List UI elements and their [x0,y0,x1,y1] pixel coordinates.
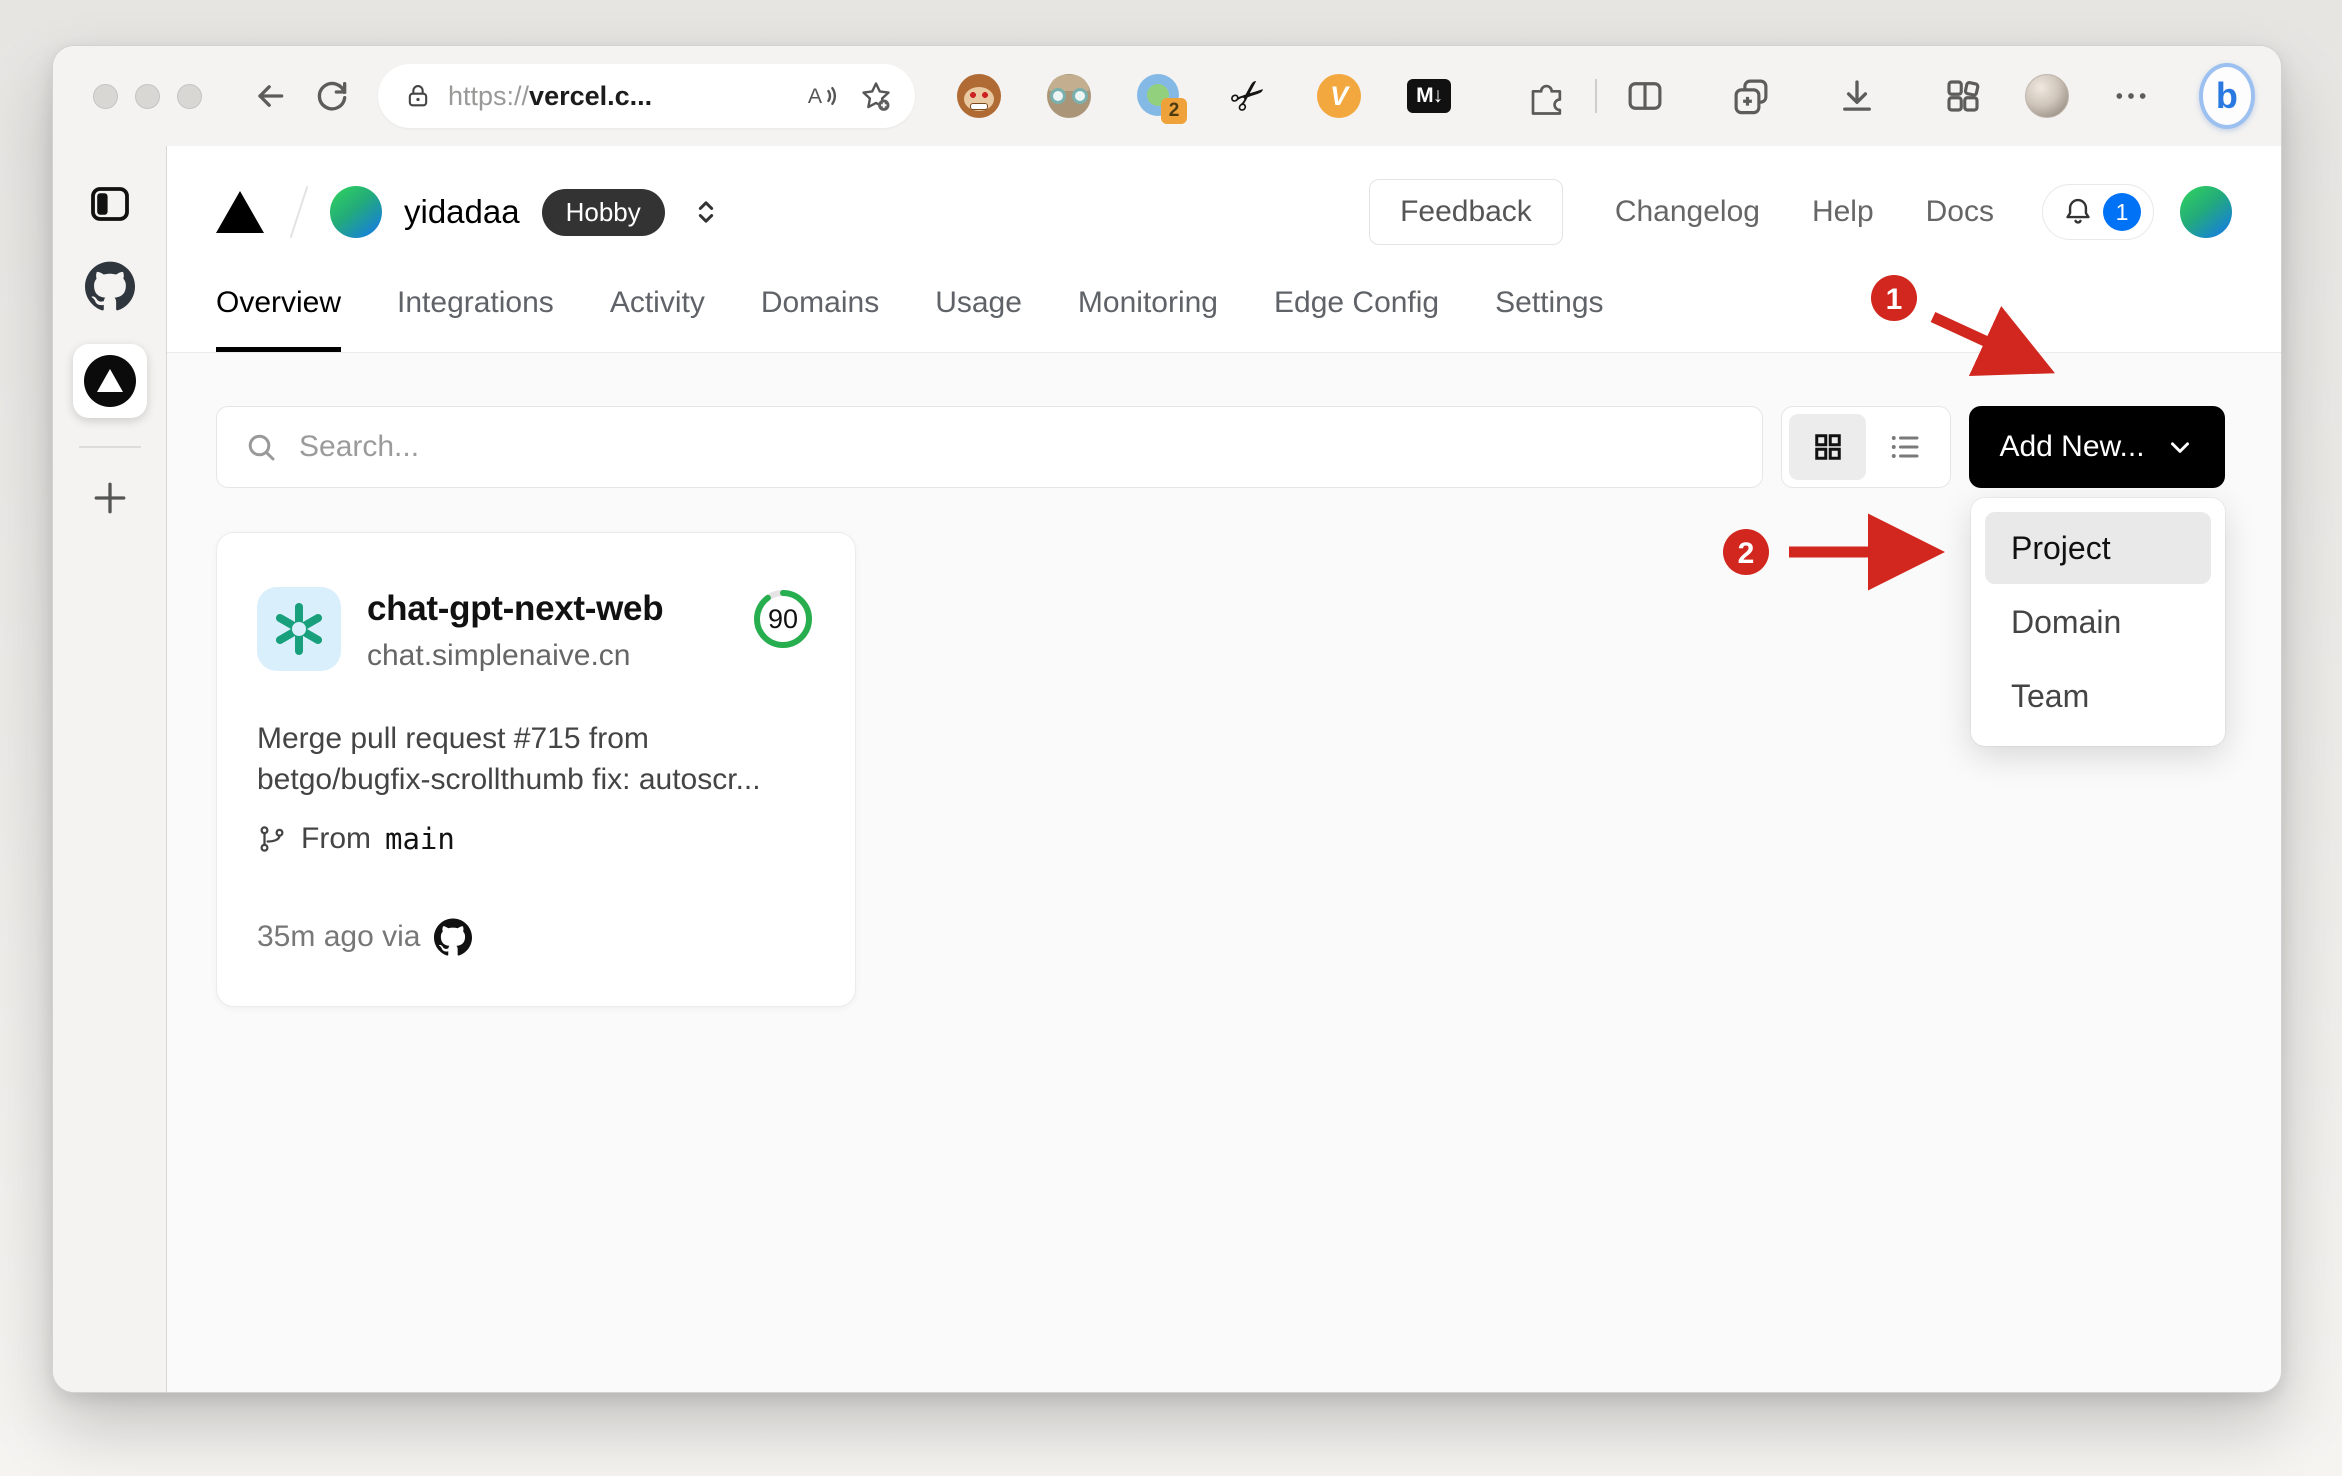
list-view-button[interactable] [1866,414,1943,480]
notification-count-badge: 1 [2103,193,2141,231]
github-icon [434,918,473,956]
sidebar-panel-icon[interactable] [86,180,134,233]
tab-overview[interactable]: Overview [216,286,342,352]
tab-domains[interactable]: Domains [761,286,879,352]
vercel-logo[interactable] [216,191,264,233]
tab-settings[interactable]: Settings [1495,286,1603,352]
scissors-extension-icon[interactable]: ✂ [1220,66,1277,125]
bell-icon [2066,198,2090,224]
apps-grid-icon[interactable] [1941,74,1985,118]
toolbar-divider [1595,79,1597,113]
project-name[interactable]: chat-gpt-next-web [367,589,664,629]
git-branch-icon [260,826,284,852]
more-menu-icon[interactable] [2109,74,2153,118]
tab-integrations[interactable]: Integrations [397,286,554,352]
tab-monitoring[interactable]: Monitoring [1078,286,1218,352]
vercel-header: yidadaa Hobby Feedback Changelog Help Do… [167,146,2281,353]
tab-usage[interactable]: Usage [935,286,1022,352]
docs-link[interactable]: Docs [1926,195,1994,229]
tab-edge-config[interactable]: Edge Config [1274,286,1439,352]
bing-copilot-icon[interactable]: b [2198,63,2255,129]
add-new-label: Add New... [1999,430,2145,463]
traffic-lights [93,83,202,109]
team-name[interactable]: yidadaa [404,193,520,231]
markdown-extension-icon[interactable]: M↓ [1407,74,1452,118]
project-search[interactable] [216,406,1763,488]
split-screen-icon[interactable] [1623,74,1667,118]
project-favicon [257,587,341,671]
downloads-icon[interactable] [1835,74,1879,118]
edge-sidebar [53,146,167,1392]
score-value: 90 [767,603,799,634]
tab-activity[interactable]: Activity [610,286,705,352]
vercel-page: yidadaa Hobby Feedback Changelog Help Do… [167,146,2281,1392]
sidebar-add-icon[interactable] [88,476,132,525]
team-switcher-icon[interactable] [689,195,723,229]
browser-window: https://vercel.c... A 2 ✂ V M↓ b yidadaa… [52,45,2282,1393]
url-text: https://vercel.c... [448,80,653,111]
dropdown-item-project[interactable]: Project [1985,512,2211,584]
reload-icon[interactable] [312,74,352,118]
feedback-button[interactable]: Feedback [1369,179,1563,245]
chevron-down-icon [2170,442,2189,453]
search-input[interactable] [299,430,1736,464]
plan-badge: Hobby [541,188,665,236]
read-aloud-icon[interactable]: A [805,79,839,113]
monkey-extension-icon[interactable] [957,74,1002,118]
vercel-nav-tabs: Overview Integrations Activity Domains U… [216,240,2232,352]
zoom-window-button[interactable] [177,83,202,109]
notifications-button[interactable]: 1 [2042,184,2154,240]
lock-icon [408,85,428,107]
dropdown-item-domain[interactable]: Domain [1985,586,2211,658]
close-window-button[interactable] [93,83,118,109]
deploy-time: 35m ago via [257,920,421,953]
breadcrumb-slash [289,186,309,238]
toolbar-right-icons [1623,74,2153,118]
browser-profile-avatar[interactable] [2024,74,2069,118]
tab-count-badge: 2 [1161,98,1188,124]
list-view-icon [1891,436,1918,458]
sloth-extension-icon[interactable] [1047,74,1092,118]
user-avatar[interactable] [2180,186,2232,238]
address-bar[interactable]: https://vercel.c... A [378,64,916,128]
search-icon [248,434,275,461]
v-extension-icon[interactable]: V [1317,74,1362,118]
add-favorite-icon[interactable] [859,79,893,113]
add-new-button[interactable]: Add New... [1969,406,2225,488]
grid-view-icon [1814,434,1841,460]
latest-commit-message[interactable]: Merge pull request #715 from betgo/bugfi… [257,719,815,800]
browser-toolbar: https://vercel.c... A 2 ✂ V M↓ b [53,46,2281,146]
add-new-dropdown: Project Domain Team [1971,498,2225,746]
minimize-window-button[interactable] [135,83,160,109]
branch-name[interactable]: main [385,822,455,856]
sidebar-divider [78,446,141,448]
extensions-row: 2 ✂ V M↓ [957,66,1569,125]
view-toggle [1781,406,1951,488]
back-icon[interactable] [250,74,290,118]
project-card[interactable]: chat-gpt-next-web chat.simplenaive.cn 90 [216,532,856,1007]
overview-content: Add New... [167,353,2281,1007]
changelog-link[interactable]: Changelog [1615,195,1760,229]
extensions-puzzle-icon[interactable] [1525,74,1569,118]
dropdown-item-team[interactable]: Team [1985,660,2211,732]
collections-icon[interactable] [1729,74,1773,118]
vercel-sidebar-icon[interactable] [72,344,147,418]
from-label: From [301,822,371,855]
lighthouse-score[interactable]: 90 [751,587,815,651]
github-sidebar-icon[interactable] [84,261,135,316]
tab-counter-extension-icon[interactable]: 2 [1137,74,1188,124]
help-link[interactable]: Help [1812,195,1874,229]
svg-text:A: A [808,84,823,108]
openai-icon [275,603,323,655]
project-domain[interactable]: chat.simplenaive.cn [367,639,663,673]
team-avatar[interactable] [330,186,382,238]
grid-view-button[interactable] [1789,414,1866,480]
